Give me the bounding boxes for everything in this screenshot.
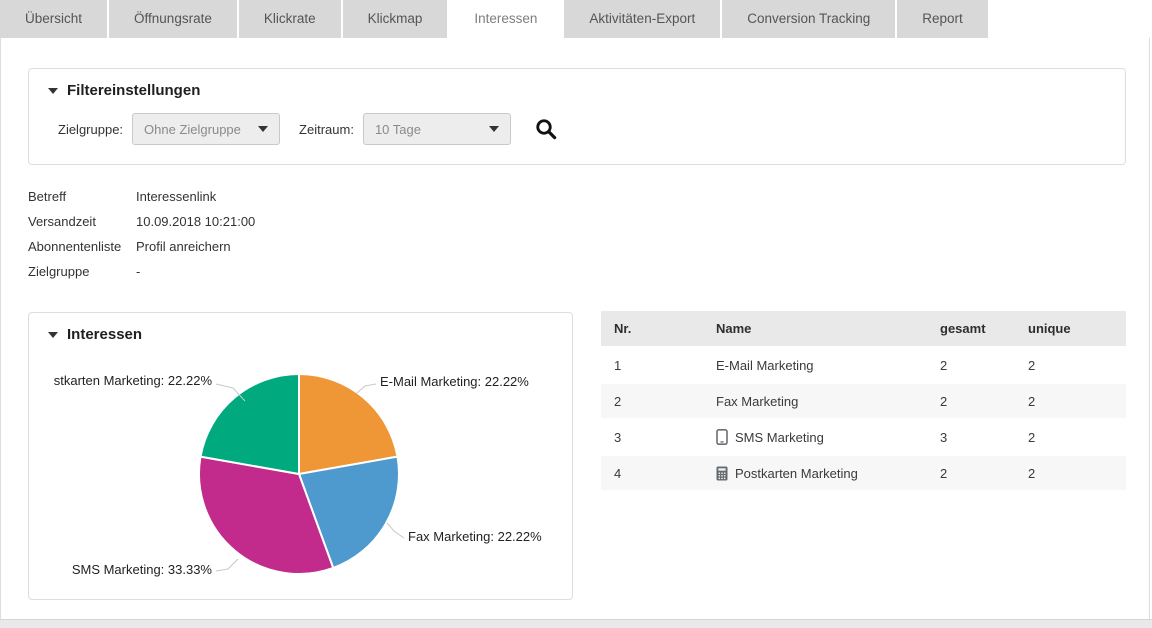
pie-label-leader-line [216,559,238,571]
interessen-panel-title: Interessen [67,326,142,343]
search-button[interactable] [534,117,559,142]
interests-pie-chart: E-Mail Marketing: 22.22% Fax Marketing: 2… [29,353,572,599]
cell-nr: 3 [601,430,716,445]
chevron-down-icon [258,126,268,132]
bottom-strip [0,619,1152,628]
interests-table: Nr. Name gesamt unique 1 E-Mail Marketin… [601,311,1126,490]
tab-übersicht[interactable]: Übersicht [0,0,107,38]
zielgruppe-dropdown-value: Ohne Zielgruppe [144,122,241,137]
table-header-row: Nr. Name gesamt unique [601,311,1126,346]
cell-gesamt: 2 [940,466,1028,481]
cell-unique: 2 [1028,430,1126,445]
zeitraum-dropdown[interactable]: 10 Tage [363,113,511,145]
cell-name: Postkarten Marketing [735,466,858,481]
postkarten-icon [716,466,728,481]
magnifier-icon [534,117,559,142]
table-row: 4 Postkarten Marketing 2 2 [601,454,1126,490]
filter-controls: Zielgruppe: Ohne Zielgruppe Zeitraum: 10… [58,113,559,145]
detail-value: 10.09.2018 10:21:00 [136,214,255,229]
pie-label-leader-line [387,523,404,538]
interessen-panel: Interessen E-Mail Marketing: 22.22% Fax M… [28,312,573,600]
chevron-down-icon [489,126,499,132]
cell-gesamt: 2 [940,394,1028,409]
cell-gesamt: 2 [940,358,1028,373]
cell-gesamt: 3 [940,430,1028,445]
table-row: 1 E-Mail Marketing 2 2 [601,346,1126,382]
table-row: 2 Fax Marketing 2 2 [601,382,1126,418]
detail-row: Versandzeit 10.09.2018 10:21:00 [28,209,255,234]
cell-name: SMS Marketing [735,430,824,445]
col-header-gesamt: gesamt [940,321,1028,336]
detail-row: Zielgruppe - [28,259,255,284]
pie-slice-label: SMS Marketing: 33.33% [72,562,213,577]
filter-panel: Filtereinstellungen Zielgruppe: Ohne Zie… [28,68,1126,165]
pie-slice-postkarten-marketing[interactable] [201,374,299,474]
tab-report[interactable]: Report [897,0,988,38]
pie-slice-label: Fax Marketing: 22.22% [408,529,542,544]
tab-interessen[interactable]: Interessen [449,0,562,38]
filter-panel-header[interactable]: Filtereinstellungen [29,69,1125,99]
detail-label: Versandzeit [28,214,136,229]
detail-label: Abonnentenliste [28,239,136,254]
tab-aktivitäten-export[interactable]: Aktivitäten-Export [564,0,720,38]
caret-down-icon [48,88,58,94]
interessen-panel-header[interactable]: Interessen [29,313,572,343]
content-area: Filtereinstellungen Zielgruppe: Ohne Zie… [0,38,1150,619]
detail-label: Betreff [28,189,136,204]
cell-nr: 2 [601,394,716,409]
detail-row: Abonnentenliste Profil anreichern [28,234,255,259]
col-header-name: Name [716,321,940,336]
cell-name: Fax Marketing [716,394,798,409]
zeitraum-dropdown-value: 10 Tage [375,122,421,137]
pie-slice-label: stkarten Marketing: 22.22% [54,373,213,388]
tab-bar: ÜbersichtÖffnungsrateKlickrateKlickmapIn… [0,0,1152,38]
table-row: 3 SMS Marketing 3 2 [601,418,1126,454]
detail-value: Profil anreichern [136,239,231,254]
smartphone-icon [716,429,728,445]
mailing-details: Betreff Interessenlink Versandzeit 10.09… [28,184,255,284]
detail-label: Zielgruppe [28,264,136,279]
pie-slice-label: E-Mail Marketing: 22.22% [380,374,529,389]
cell-unique: 2 [1028,358,1126,373]
col-header-unique: unique [1028,321,1126,336]
tab-conversion-tracking[interactable]: Conversion Tracking [722,0,895,38]
cell-unique: 2 [1028,394,1126,409]
cell-name: E-Mail Marketing [716,358,814,373]
detail-row: Betreff Interessenlink [28,184,255,209]
tab-klickmap[interactable]: Klickmap [343,0,448,38]
cell-nr: 1 [601,358,716,373]
col-header-nr: Nr. [601,321,716,336]
cell-nr: 4 [601,466,716,481]
zielgruppe-label: Zielgruppe: [58,122,123,137]
zielgruppe-dropdown[interactable]: Ohne Zielgruppe [132,113,280,145]
pie-label-leader-line [357,384,376,393]
detail-value: Interessenlink [136,189,216,204]
cell-unique: 2 [1028,466,1126,481]
zeitraum-label: Zeitraum: [299,122,354,137]
detail-value: - [136,264,140,279]
tab-öffnungsrate[interactable]: Öffnungsrate [109,0,237,38]
caret-down-icon [48,332,58,338]
tab-klickrate[interactable]: Klickrate [239,0,341,38]
filter-panel-title: Filtereinstellungen [67,82,200,99]
